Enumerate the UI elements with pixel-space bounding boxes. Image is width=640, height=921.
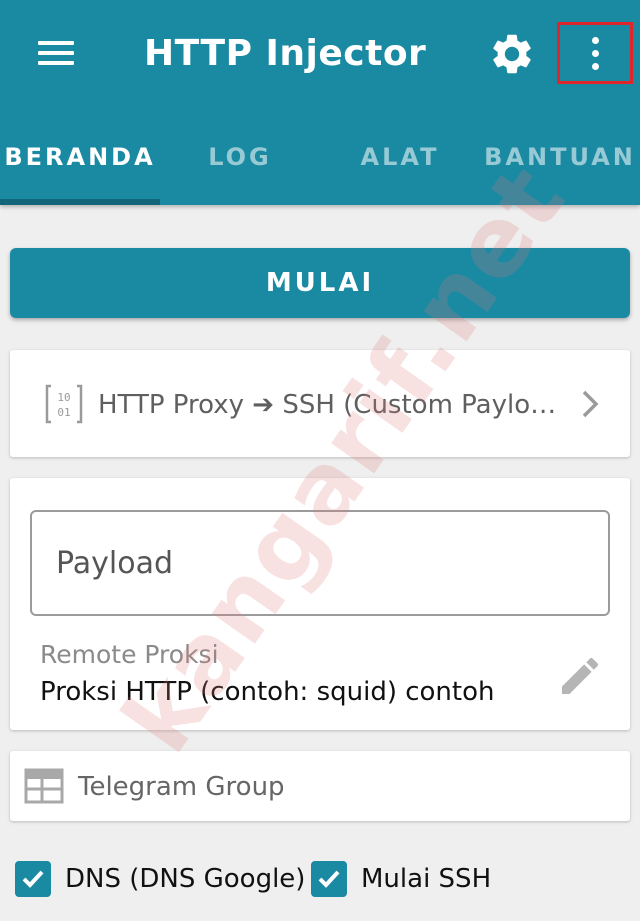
menu-icon[interactable] bbox=[28, 30, 84, 76]
svg-text:10: 10 bbox=[57, 391, 70, 404]
tab-label: LOG bbox=[208, 142, 272, 171]
dns-option[interactable]: DNS (DNS Google) bbox=[15, 857, 305, 901]
dns-checkbox[interactable] bbox=[15, 861, 51, 897]
dns-label: DNS (DNS Google) bbox=[65, 864, 306, 894]
telegram-group-item[interactable]: Telegram Group bbox=[10, 751, 630, 821]
chevron-right-icon bbox=[576, 386, 604, 422]
start-button[interactable]: MULAI bbox=[10, 248, 630, 318]
tab-beranda[interactable]: BERANDA bbox=[0, 108, 160, 205]
remote-proxy-value[interactable]: Proksi HTTP (contoh: squid) contoh bbox=[40, 677, 495, 707]
tab-log[interactable]: LOG bbox=[160, 108, 320, 205]
tab-indicator bbox=[0, 199, 160, 205]
tab-bar: BERANDA LOG ALAT BANTUAN bbox=[0, 108, 640, 205]
svg-text:01: 01 bbox=[57, 406, 70, 419]
mode-selector[interactable]: 10 01 HTTP Proxy ➔ SSH (Custom Paylo… bbox=[10, 350, 630, 457]
ssh-checkbox[interactable] bbox=[311, 861, 347, 897]
mode-label: HTTP Proxy ➔ SSH (Custom Paylo… bbox=[98, 390, 557, 420]
payload-card: Payload Remote Proksi Proksi HTTP (conto… bbox=[10, 478, 630, 730]
toolbar: HTTP Injector bbox=[0, 0, 640, 108]
tab-alat[interactable]: ALAT bbox=[320, 108, 480, 205]
payload-field[interactable]: Payload bbox=[30, 510, 610, 616]
remote-proxy-label: Remote Proksi bbox=[40, 640, 219, 669]
binary-icon: 10 01 bbox=[44, 382, 84, 426]
tab-label: BERANDA bbox=[4, 142, 156, 171]
tab-label: ALAT bbox=[360, 142, 440, 171]
pencil-icon[interactable] bbox=[556, 652, 604, 700]
table-icon bbox=[24, 767, 64, 805]
ssh-label: Mulai SSH bbox=[361, 864, 492, 894]
more-vert-icon[interactable] bbox=[557, 22, 633, 84]
ssh-option[interactable]: Mulai SSH bbox=[311, 857, 491, 901]
tab-label: BANTUAN bbox=[484, 142, 636, 171]
app-title: HTTP Injector bbox=[144, 33, 427, 74]
telegram-label: Telegram Group bbox=[78, 772, 285, 802]
app-bar: HTTP Injector BERANDA LOG ALAT BANTUAN bbox=[0, 0, 640, 205]
payload-placeholder: Payload bbox=[56, 545, 173, 581]
gear-icon[interactable] bbox=[488, 30, 536, 78]
tab-bantuan[interactable]: BANTUAN bbox=[480, 108, 640, 205]
